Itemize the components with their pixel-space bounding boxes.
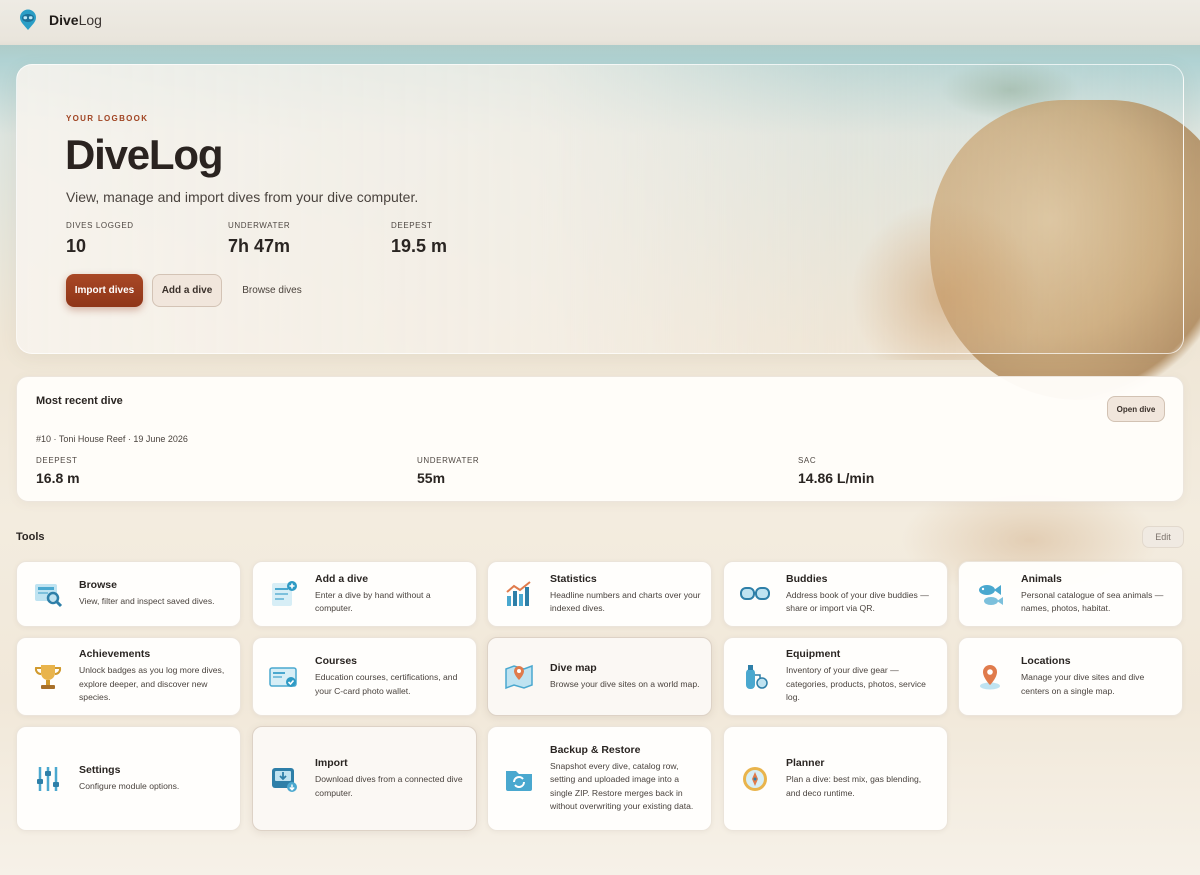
recent-stat-underwater: UNDERWATER 55m bbox=[417, 456, 480, 486]
stat-dives-logged: DIVES LOGGED 10 bbox=[66, 221, 134, 256]
tool-settings[interactable]: Settings Configure module options. bbox=[16, 726, 241, 831]
trophy-icon bbox=[30, 659, 66, 695]
open-dive-button[interactable]: Open dive bbox=[1107, 396, 1165, 422]
map-icon bbox=[501, 659, 537, 695]
tool-statistics[interactable]: Statistics Headline numbers and charts ov… bbox=[487, 561, 712, 627]
tank-icon bbox=[737, 659, 773, 695]
tool-import[interactable]: Import Download dives from a connected di… bbox=[252, 726, 477, 831]
tool-equipment[interactable]: Equipment Inventory of your dive gear — c… bbox=[723, 637, 948, 716]
download-icon bbox=[266, 761, 302, 797]
recent-dive-meta: #10 · Toni House Reef · 19 June 2026 bbox=[36, 434, 188, 444]
backup-icon bbox=[501, 761, 537, 797]
stat-underwater: UNDERWATER 7h 47m bbox=[228, 221, 291, 256]
recent-stat-deepest: DEEPEST 16.8 m bbox=[36, 456, 80, 486]
hero-eyebrow: YOUR LOGBOOK bbox=[66, 114, 149, 123]
add-dive-button[interactable]: Add a dive bbox=[152, 274, 222, 307]
location-pin-icon bbox=[972, 659, 1008, 695]
animals-icon bbox=[972, 576, 1008, 612]
recent-stat-sac: SAC 14.86 L/min bbox=[798, 456, 875, 486]
sliders-icon bbox=[30, 761, 66, 797]
tool-animals[interactable]: Animals Personal catalogue of sea animals… bbox=[958, 561, 1183, 627]
hero-panel: YOUR LOGBOOK DiveLog View, manage and im… bbox=[16, 64, 1184, 354]
tool-achievements[interactable]: Achievements Unlock badges as you log mor… bbox=[16, 637, 241, 716]
tool-dive-map[interactable]: Dive map Browse your dive sites on a worl… bbox=[487, 637, 712, 716]
app-logo-icon[interactable] bbox=[18, 9, 38, 31]
import-dives-button[interactable]: Import dives bbox=[66, 274, 143, 307]
edit-tools-button[interactable]: Edit bbox=[1142, 526, 1184, 548]
tool-backup-restore[interactable]: Backup & Restore Snapshot every dive, cat… bbox=[487, 726, 712, 831]
tool-browse[interactable]: Browse View, filter and inspect saved div… bbox=[16, 561, 241, 627]
tools-heading: Tools bbox=[16, 531, 45, 543]
hero-subtitle: View, manage and import dives from your … bbox=[66, 189, 419, 205]
add-dive-icon bbox=[266, 576, 302, 612]
tool-buddies[interactable]: Buddies Address book of your dive buddies… bbox=[723, 561, 948, 627]
certificate-icon bbox=[266, 659, 302, 695]
app-brand[interactable]: DiveLog bbox=[49, 12, 102, 28]
browse-icon bbox=[30, 576, 66, 612]
statistics-icon bbox=[501, 576, 537, 612]
compass-icon bbox=[737, 761, 773, 797]
recent-dive-title: Most recent dive bbox=[36, 395, 123, 407]
tool-planner[interactable]: Planner Plan a dive: best mix, gas blendi… bbox=[723, 726, 948, 831]
browse-dives-link[interactable]: Browse dives bbox=[235, 274, 309, 307]
page-title: DiveLog bbox=[65, 131, 223, 178]
top-bar: DiveLog bbox=[0, 0, 1200, 40]
stat-deepest: DEEPEST 19.5 m bbox=[391, 221, 448, 256]
tool-add-dive[interactable]: Add a dive Enter a dive by hand without a… bbox=[252, 561, 477, 627]
recent-dive-card: Most recent dive Open dive #10 · Toni Ho… bbox=[16, 376, 1184, 502]
tool-locations[interactable]: Locations Manage your dive sites and dive… bbox=[958, 637, 1183, 716]
tool-courses[interactable]: Courses Education courses, certifications… bbox=[252, 637, 477, 716]
buddies-icon bbox=[737, 576, 773, 612]
